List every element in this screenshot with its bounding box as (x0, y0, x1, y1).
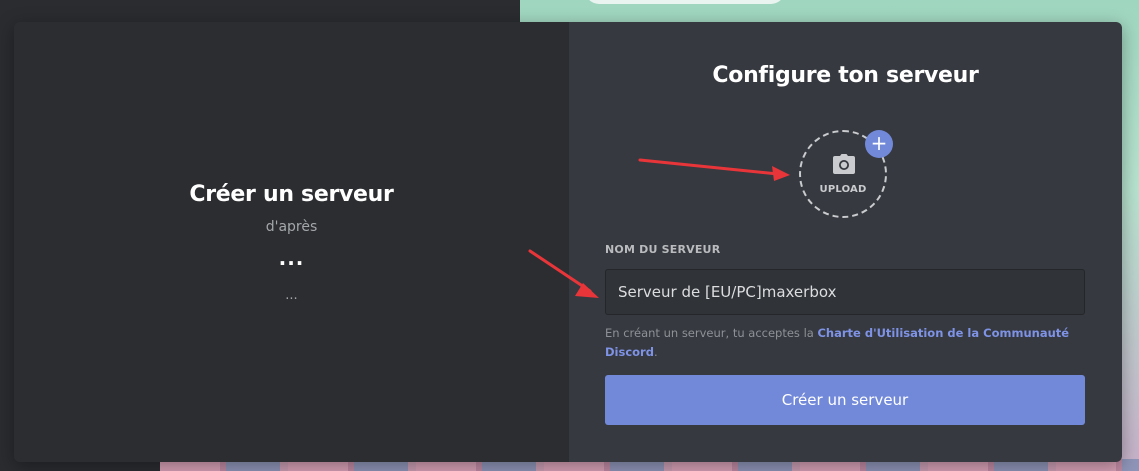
preview-title: Créer un serveur (189, 182, 394, 207)
preview-dots-bold: ... (278, 246, 305, 270)
preview-subtitle: d'après (265, 219, 318, 235)
background-top-bubble (585, 0, 785, 4)
create-server-button[interactable]: Créer un serveur (605, 375, 1085, 425)
upload-label: UPLOAD (819, 184, 867, 195)
server-name-input[interactable] (605, 269, 1085, 315)
terms-notice: En créant un serveur, tu acceptes la Cha… (605, 324, 1085, 362)
terms-prefix: En créant un serveur, tu acceptes la (605, 326, 818, 340)
create-server-modal: Créer un serveur d'après ... ... Configu… (14, 22, 1122, 462)
preview-pane: Créer un serveur d'après ... ... (14, 22, 569, 462)
server-name-label: NOM DU SERVEUR (605, 243, 721, 256)
configure-title: Configure ton serveur (712, 63, 979, 88)
plus-icon[interactable]: + (865, 130, 893, 158)
preview-dots-small: ... (285, 288, 298, 303)
configure-pane: Configure ton serveur UPLOAD + NOM DU SE… (569, 22, 1122, 462)
camera-icon (832, 154, 856, 174)
terms-suffix: . (653, 345, 658, 359)
